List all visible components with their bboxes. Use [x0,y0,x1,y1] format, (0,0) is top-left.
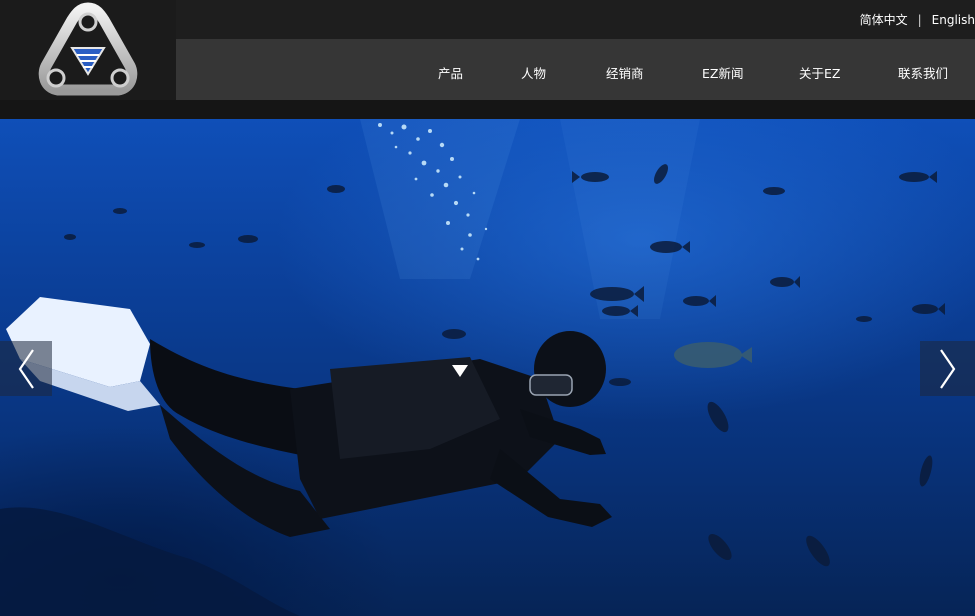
nav-item-contact-us[interactable]: 联系我们 [898,63,948,82]
nav-item-products[interactable]: 产品 [438,63,463,82]
nav-item-people[interactable]: 人物 [521,63,546,82]
main-nav: 产品 人物 经销商 EZ新闻 关于EZ 联系我们 [176,39,975,100]
logo-area[interactable] [0,0,176,100]
ez-triangle-logo-icon [38,2,138,96]
nav-item-dealers[interactable]: 经销商 [606,63,644,82]
slider-prev-button[interactable] [0,341,52,396]
language-switcher: 简体中文 | English [860,11,975,28]
chevron-right-icon [939,348,955,389]
lang-english-link[interactable]: English [932,13,975,27]
hero-banner [0,119,975,616]
scuba-diver-underwater-image [0,119,945,616]
header-divider-strip [0,100,975,119]
nav-item-about-ez[interactable]: 关于EZ [799,63,840,82]
top-bar: 简体中文 | English [176,0,975,39]
chevron-left-icon [18,348,34,389]
lang-chinese-link[interactable]: 简体中文 [860,11,908,28]
lang-separator: | [917,12,922,27]
nav-item-ez-news[interactable]: EZ新闻 [702,63,743,82]
slider-next-button[interactable] [920,341,975,396]
